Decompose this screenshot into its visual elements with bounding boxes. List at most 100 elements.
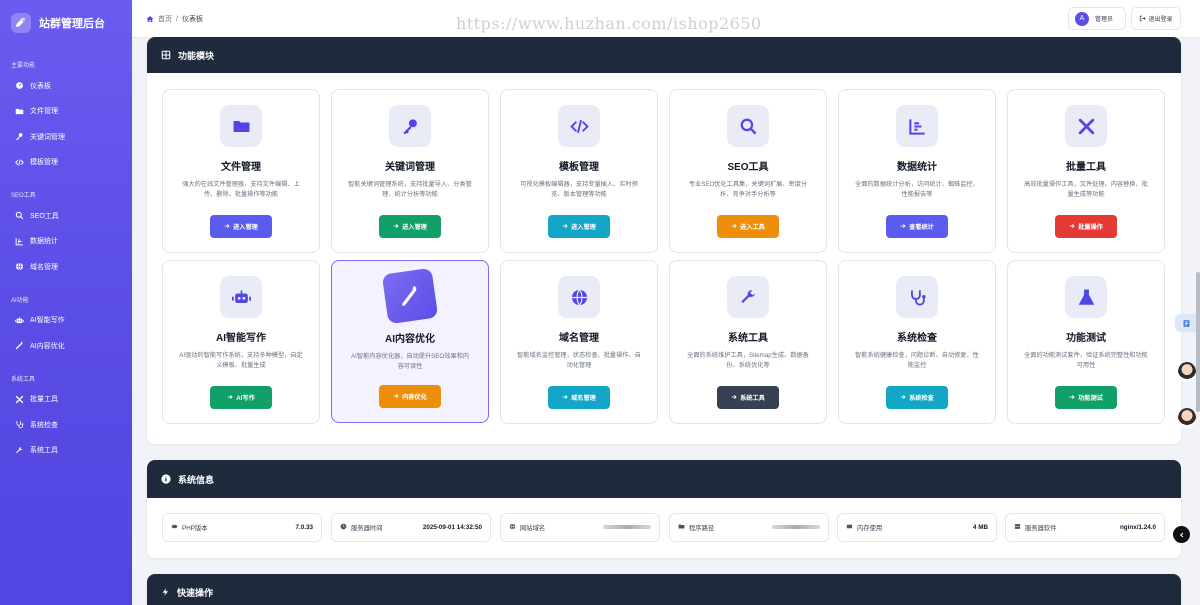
module-card[interactable]: 关键词管理 智能关键词管理系统，支持批量导入、分类管理、统计分析等功能 进入管理: [331, 89, 489, 253]
bolt-icon: [162, 588, 169, 596]
stethoscope-icon: [896, 276, 938, 318]
home-icon: [146, 16, 154, 22]
sidebar-item-search[interactable]: SEO工具: [0, 203, 132, 229]
modules-title: 功能模块: [178, 50, 215, 61]
nav-section-title: AI功能: [11, 297, 29, 304]
arrow-right-icon: [900, 223, 906, 231]
sidebar-item-globe[interactable]: 域名管理: [0, 254, 132, 280]
module-title: 数据统计: [897, 162, 937, 173]
back-to-top-button[interactable]: [1173, 526, 1190, 543]
sidebar-item-magic[interactable]: AI内容优化: [0, 333, 132, 359]
robot-icon: [220, 276, 262, 318]
sidebar-item-stethoscope[interactable]: 系统检查: [0, 412, 132, 438]
module-button-label: 功能测试: [1078, 395, 1103, 402]
sidebar-item-robot[interactable]: AI智能写作: [0, 308, 132, 334]
module-title: 文件管理: [221, 162, 261, 173]
sidebar-item-tools[interactable]: 批量工具: [0, 387, 132, 413]
module-action-button[interactable]: AI写作: [210, 386, 272, 409]
system-info-value-redacted: [603, 524, 651, 531]
logout-icon: [1140, 15, 1147, 22]
module-action-button[interactable]: 批量操作: [1055, 215, 1117, 238]
wrench-icon: [727, 276, 769, 318]
sidebar-item-chart[interactable]: 数据统计: [0, 229, 132, 255]
module-action-button[interactable]: 内容优化: [379, 385, 441, 408]
server-icon: [1014, 523, 1021, 532]
code-icon: [558, 105, 600, 147]
module-card[interactable]: AI内容优化 AI智能内容优化器，自动提升SEO效果和内容可读性 内容优化: [331, 260, 489, 423]
system-info-value: nginx/1.24.0: [1119, 524, 1156, 531]
module-card[interactable]: 文件管理 强大的在线文件管理器，支持文件编辑、上传、删除、批量操作等功能 进入管理: [162, 89, 320, 253]
system-info-value: 4 MB: [972, 524, 988, 531]
folder-icon: [220, 105, 262, 147]
module-card[interactable]: 域名管理 智能域名监控管理，状态检查、批量操作、自动化管理 域名管理: [500, 260, 658, 424]
sidebar-item-label: 数据统计: [30, 238, 58, 246]
translate-float-button[interactable]: [1175, 314, 1197, 332]
folder-icon: [678, 523, 685, 532]
module-card[interactable]: AI智能写作 AI驱动的智能写作系统，支持多种模型，自定义模板、批量生成 AI写作: [162, 260, 320, 424]
arrow-right-icon: [900, 394, 906, 402]
sidebar-item-key[interactable]: 关键词管理: [0, 124, 132, 150]
module-card[interactable]: 系统工具 全面的系统维护工具，Sitemap生成、数据备份、系统优化等 系统工具: [669, 260, 827, 424]
module-card[interactable]: 批量工具 高效批量操作工具，文件处理、内容替换、批量生成等功能 批量操作: [1007, 89, 1165, 253]
module-card[interactable]: 系统检查 智能系统健康检查，问题诊断、自动修复、性能监控 系统检查: [838, 260, 996, 424]
user-menu[interactable]: A 管理员: [1068, 7, 1126, 30]
system-info-card: 系统信息 PHP版本 7.0.33 服务器时间 2025-09-01 14:32:50…: [147, 460, 1181, 558]
system-info-item: 内存使用 4 MB: [837, 513, 997, 542]
support-avatar-1[interactable]: [1178, 362, 1196, 382]
sidebar-item-folder[interactable]: 文件管理: [0, 99, 132, 125]
system-info-label-group: 网站域名: [509, 523, 545, 532]
flask-icon: [1065, 276, 1107, 318]
sidebar-item-code[interactable]: 模板管理: [0, 150, 132, 176]
module-description: 高效批量操作工具，文件处理、内容替换、批量生成等功能: [1024, 181, 1148, 198]
module-title: 系统工具: [728, 333, 768, 344]
module-action-button[interactable]: 进入工具: [717, 215, 779, 238]
module-action-button[interactable]: 域名管理: [548, 386, 610, 409]
support-avatar-2[interactable]: [1178, 408, 1196, 428]
scrollbar[interactable]: [1196, 272, 1200, 412]
globe-icon: [558, 276, 600, 318]
wrench-icon: [15, 446, 24, 455]
breadcrumb: 首页 / 仪表板: [146, 14, 203, 24]
system-info-label: 程序路径: [689, 525, 715, 532]
module-action-button[interactable]: 查看统计: [886, 215, 948, 238]
grid-icon: [161, 50, 171, 60]
module-action-button[interactable]: 进入管理: [548, 215, 610, 238]
module-action-button[interactable]: 系统检查: [886, 386, 948, 409]
module-title: 关键词管理: [385, 162, 435, 173]
module-action-button[interactable]: 进入管理: [210, 215, 272, 238]
sidebar-item-label: 模板管理: [30, 159, 58, 167]
system-info-title: 系统信息: [178, 474, 215, 485]
brand[interactable]: 站群管理后台: [0, 0, 132, 46]
arrow-right-icon: [562, 394, 568, 402]
breadcrumb-home[interactable]: 首页: [158, 14, 172, 24]
sidebar-item-label: SEO工具: [30, 212, 59, 220]
module-card[interactable]: 功能测试 全面的功能测试套件，验证系统完整性和功能可用性 功能测试: [1007, 260, 1165, 424]
module-card[interactable]: 数据统计 全面的数据统计分析，访问统计、蜘蛛监控、性能报告等 查看统计: [838, 89, 996, 253]
system-info-item: 程序路径: [669, 513, 829, 542]
module-action-button[interactable]: 系统工具: [717, 386, 779, 409]
sidebar-item-label: 文件管理: [30, 108, 58, 116]
system-info-label-group: 服务器软件: [1014, 523, 1056, 532]
module-description: 智能域名监控管理，状态检查、批量操作、自动化管理: [517, 352, 641, 369]
module-action-button[interactable]: 进入管理: [379, 215, 441, 238]
chart-icon: [15, 237, 24, 246]
module-card[interactable]: SEO工具 专业SEO优化工具集，关键词扩展、密度分析、竞争对手分析等 进入工具: [669, 89, 827, 253]
topbar: 首页 / 仪表板 https://www.huzhan.com/ishop265…: [132, 0, 1200, 38]
logout-button[interactable]: 退出登录: [1131, 7, 1181, 30]
sidebar-item-label: AI智能写作: [30, 317, 65, 325]
arrow-right-icon: [562, 223, 568, 231]
chart-icon: [896, 105, 938, 147]
memory-icon: [846, 523, 853, 532]
module-title: 系统检查: [897, 333, 937, 344]
system-info-label: PHP版本: [182, 525, 208, 532]
sidebar-item-wrench[interactable]: 系统工具: [0, 438, 132, 464]
sidebar-item-dashboard[interactable]: 仪表板: [0, 73, 132, 99]
module-description: 可视化模板编辑器，支持变量插入、实时预览、版本管理等功能: [520, 181, 638, 198]
module-title: AI智能写作: [216, 333, 266, 344]
system-info-label: 内存使用: [857, 525, 883, 532]
module-button-label: 内容优化: [402, 394, 427, 401]
avatar: A: [1075, 11, 1089, 26]
sidebar-item-label: 批量工具: [30, 396, 58, 404]
module-action-button[interactable]: 功能测试: [1055, 386, 1117, 409]
module-card[interactable]: 模板管理 可视化模板编辑器，支持变量插入、实时预览、版本管理等功能 进入管理: [500, 89, 658, 253]
